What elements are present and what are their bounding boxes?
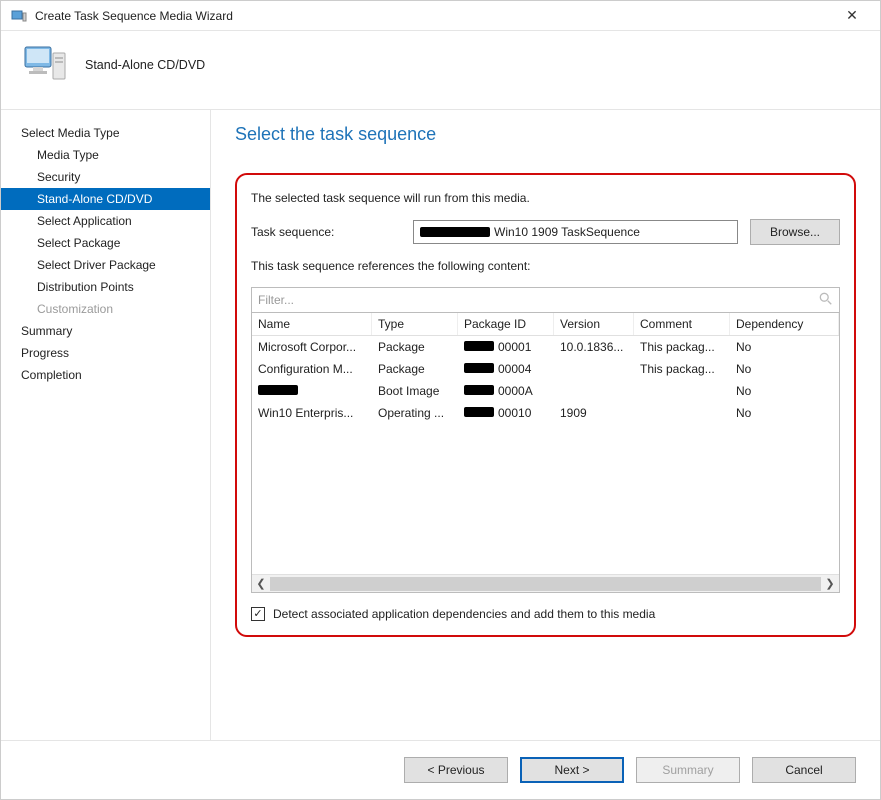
nav-item-select-package[interactable]: Select Package [1, 232, 210, 254]
nav-item-stand-alone-cd-dvd[interactable]: Stand-Alone CD/DVD [1, 188, 210, 210]
col-name[interactable]: Name [252, 313, 372, 335]
table-row[interactable]: Microsoft Corpor...Package0000110.0.1836… [252, 336, 839, 358]
references-label: This task sequence references the follow… [251, 259, 840, 273]
scroll-track[interactable] [270, 577, 821, 591]
grid-body: Microsoft Corpor...Package0000110.0.1836… [252, 336, 839, 574]
cell-type: Boot Image [372, 382, 458, 400]
cell-comment: This packag... [634, 338, 730, 356]
search-icon [819, 292, 833, 309]
cell-name [252, 382, 372, 400]
task-sequence-row: Task sequence: Win10 1909 TaskSequence B… [251, 219, 840, 245]
col-dependency[interactable]: Dependency [730, 313, 839, 335]
scroll-right-icon[interactable]: ❯ [821, 577, 839, 590]
cell-name: Configuration M... [252, 360, 372, 378]
wizard-body: Select Media TypeMedia TypeSecurityStand… [1, 110, 880, 740]
nav-item-customization: Customization [1, 298, 210, 320]
app-icon [11, 8, 27, 24]
cell-package-id: 00004 [458, 360, 554, 378]
cell-name: Win10 Enterpris... [252, 404, 372, 422]
wizard-window: Create Task Sequence Media Wizard ✕ Stan… [0, 0, 881, 800]
detect-dependencies-label: Detect associated application dependenci… [273, 607, 655, 621]
nav-item-summary[interactable]: Summary [1, 320, 210, 342]
wizard-header: Stand-Alone CD/DVD [1, 31, 880, 110]
nav-item-select-application[interactable]: Select Application [1, 210, 210, 232]
nav-item-distribution-points[interactable]: Distribution Points [1, 276, 210, 298]
close-icon[interactable]: ✕ [834, 2, 870, 30]
window-title: Create Task Sequence Media Wizard [35, 9, 834, 23]
nav-item-media-type[interactable]: Media Type [1, 144, 210, 166]
cell-version [554, 382, 634, 400]
nav-item-select-media-type[interactable]: Select Media Type [1, 122, 210, 144]
cell-type: Operating ... [372, 404, 458, 422]
cell-package-id: 00001 [458, 338, 554, 356]
task-sequence-value: Win10 1909 TaskSequence [413, 220, 738, 244]
info-line: The selected task sequence will run from… [251, 191, 840, 205]
main-heading: Select the task sequence [235, 124, 856, 145]
wizard-footer: < Previous Next > Summary Cancel [1, 740, 880, 799]
cell-type: Package [372, 360, 458, 378]
nav-item-completion[interactable]: Completion [1, 364, 210, 386]
col-package[interactable]: Package ID [458, 313, 554, 335]
previous-button[interactable]: < Previous [404, 757, 508, 783]
cell-version [554, 360, 634, 378]
redacted-text [420, 227, 490, 237]
cancel-button[interactable]: Cancel [752, 757, 856, 783]
cell-version: 10.0.1836... [554, 338, 634, 356]
table-row[interactable]: Win10 Enterpris...Operating ...000101909… [252, 402, 839, 424]
col-type[interactable]: Type [372, 313, 458, 335]
horizontal-scrollbar[interactable]: ❮ ❯ [252, 574, 839, 592]
nav-item-select-driver-package[interactable]: Select Driver Package [1, 254, 210, 276]
col-version[interactable]: Version [554, 313, 634, 335]
nav-tree: Select Media TypeMedia TypeSecurityStand… [1, 110, 211, 740]
cell-comment [634, 382, 730, 400]
cell-dependency: No [730, 404, 839, 422]
task-sequence-label: Task sequence: [251, 225, 401, 239]
table-row[interactable]: Boot Image0000A No [252, 380, 839, 402]
next-button[interactable]: Next > [520, 757, 624, 783]
cell-dependency: No [730, 360, 839, 378]
computer-icon [21, 41, 69, 89]
cell-dependency: No [730, 338, 839, 356]
nav-item-progress[interactable]: Progress [1, 342, 210, 364]
cell-version: 1909 [554, 404, 634, 422]
scroll-left-icon[interactable]: ❮ [252, 577, 270, 590]
detect-dependencies-row: ✓ Detect associated application dependen… [251, 607, 840, 621]
cell-dependency: No [730, 382, 839, 400]
filter-placeholder: Filter... [258, 293, 294, 307]
summary-button: Summary [636, 757, 740, 783]
task-sequence-name: Win10 1909 TaskSequence [494, 225, 640, 239]
table-row[interactable]: Configuration M...Package00004 This packa… [252, 358, 839, 380]
col-comment[interactable]: Comment [634, 313, 730, 335]
grid-header: Name Type Package ID Version Comment Dep… [252, 313, 839, 336]
highlight-frame: The selected task sequence will run from… [235, 173, 856, 637]
detect-dependencies-checkbox[interactable]: ✓ [251, 607, 265, 621]
nav-item-security[interactable]: Security [1, 166, 210, 188]
browse-button[interactable]: Browse... [750, 219, 840, 245]
content-grid: Name Type Package ID Version Comment Dep… [251, 313, 840, 593]
cell-comment [634, 404, 730, 422]
cell-package-id: 00010 [458, 404, 554, 422]
cell-name: Microsoft Corpor... [252, 338, 372, 356]
page-title: Stand-Alone CD/DVD [85, 58, 205, 72]
cell-type: Package [372, 338, 458, 356]
main-panel: Select the task sequence The selected ta… [211, 110, 880, 740]
filter-input[interactable]: Filter... [251, 287, 840, 313]
cell-comment: This packag... [634, 360, 730, 378]
cell-package-id: 0000A [458, 382, 554, 400]
titlebar: Create Task Sequence Media Wizard ✕ [1, 1, 880, 31]
